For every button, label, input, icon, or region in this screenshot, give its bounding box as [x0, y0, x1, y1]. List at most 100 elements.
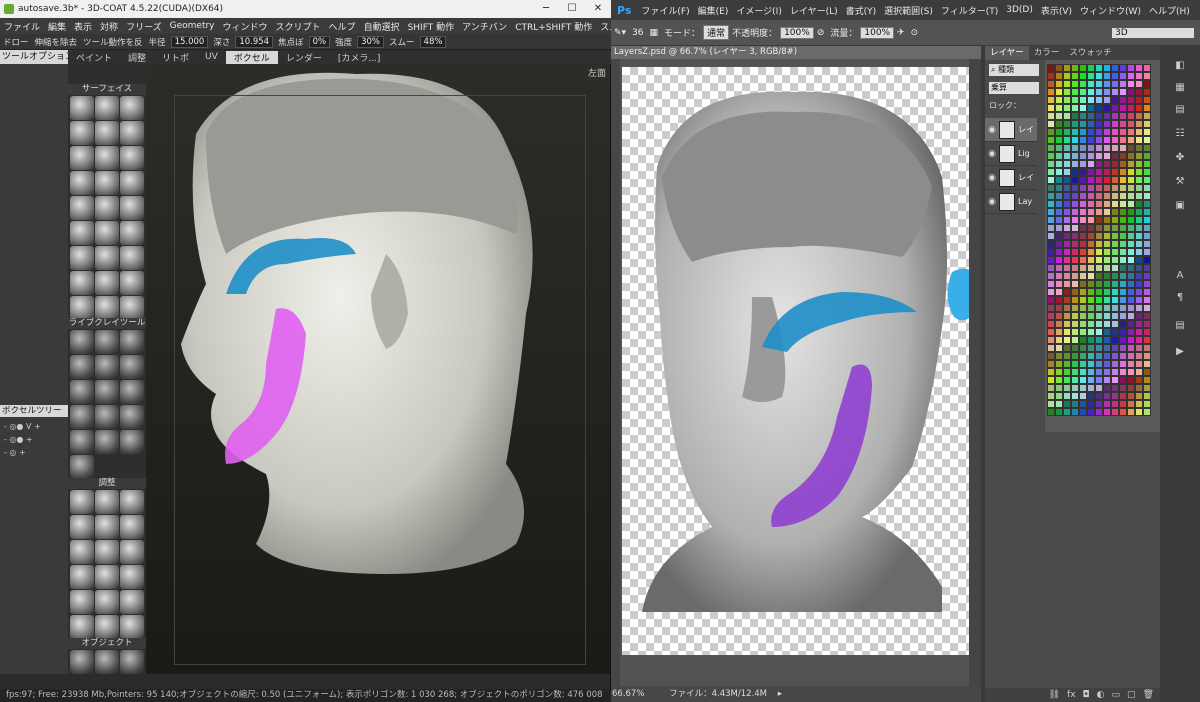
swatch[interactable] — [1047, 352, 1055, 360]
swatch[interactable] — [1063, 136, 1071, 144]
workspace-select[interactable]: 3D — [1112, 27, 1194, 38]
swatch[interactable] — [1063, 296, 1071, 304]
swatch[interactable] — [1071, 232, 1079, 240]
swatch[interactable] — [1079, 336, 1087, 344]
swatch[interactable] — [1055, 72, 1063, 80]
swatch[interactable] — [1095, 400, 1103, 408]
swatch[interactable] — [1047, 112, 1055, 120]
swatch[interactable] — [1119, 184, 1127, 192]
minimize-button[interactable]: ─ — [533, 0, 559, 18]
swatch[interactable] — [1143, 384, 1151, 392]
swatch[interactable] — [1143, 376, 1151, 384]
swatch[interactable] — [1055, 400, 1063, 408]
swatch[interactable] — [1111, 72, 1119, 80]
swatch[interactable] — [1111, 408, 1119, 416]
swatch[interactable] — [1071, 80, 1079, 88]
tool-icon[interactable] — [70, 246, 94, 270]
swatch[interactable] — [1071, 264, 1079, 272]
swatch[interactable] — [1087, 312, 1095, 320]
swatch[interactable] — [1095, 112, 1103, 120]
layer-row[interactable]: ◉ Lay — [985, 190, 1037, 214]
swatch[interactable] — [1063, 120, 1071, 128]
swatch[interactable] — [1127, 120, 1135, 128]
swatch[interactable] — [1135, 192, 1143, 200]
swatch[interactable] — [1135, 360, 1143, 368]
swatch[interactable] — [1047, 328, 1055, 336]
swatch[interactable] — [1079, 288, 1087, 296]
tool-icon[interactable] — [70, 121, 94, 145]
tool-icon[interactable] — [70, 455, 94, 479]
swatch[interactable] — [1087, 232, 1095, 240]
menu-item[interactable]: ヘルプ(H) — [1145, 4, 1194, 17]
swatch[interactable] — [1063, 208, 1071, 216]
swatch[interactable] — [1143, 184, 1151, 192]
swatches-icon[interactable]: ▦ — [1172, 82, 1188, 96]
swatch[interactable] — [1095, 264, 1103, 272]
swatch[interactable] — [1143, 304, 1151, 312]
menu-item[interactable]: フリーズ — [122, 20, 166, 33]
swatch[interactable] — [1143, 80, 1151, 88]
swatch[interactable] — [1071, 392, 1079, 400]
swatch[interactable] — [1103, 280, 1111, 288]
flow-field[interactable]: 100% — [860, 26, 895, 39]
swatch[interactable] — [1055, 344, 1063, 352]
layer-row[interactable]: ◉ レイ — [985, 118, 1037, 142]
swatch[interactable] — [1111, 208, 1119, 216]
swatch[interactable] — [1079, 296, 1087, 304]
swatch[interactable] — [1055, 112, 1063, 120]
swatch[interactable] — [1079, 384, 1087, 392]
swatch[interactable] — [1119, 224, 1127, 232]
swatch[interactable] — [1047, 104, 1055, 112]
swatch[interactable] — [1071, 88, 1079, 96]
swatch[interactable] — [1111, 120, 1119, 128]
swatch[interactable] — [1063, 408, 1071, 416]
swatch[interactable] — [1103, 80, 1111, 88]
swatch[interactable] — [1095, 104, 1103, 112]
swatch[interactable] — [1095, 80, 1103, 88]
swatch[interactable] — [1111, 264, 1119, 272]
swatch[interactable] — [1095, 280, 1103, 288]
layer-row[interactable]: ◉ Lig — [985, 142, 1037, 166]
character-icon[interactable]: A — [1172, 270, 1188, 284]
tool-icon[interactable] — [95, 330, 119, 354]
swatch[interactable] — [1119, 72, 1127, 80]
swatch[interactable] — [1095, 328, 1103, 336]
swatch[interactable] — [1071, 384, 1079, 392]
eye-icon[interactable]: ◉ — [985, 149, 999, 159]
swatch[interactable] — [1055, 312, 1063, 320]
swatch[interactable] — [1103, 392, 1111, 400]
menu-item[interactable]: 表示 — [70, 20, 96, 33]
swatch[interactable] — [1063, 312, 1071, 320]
swatch[interactable] — [1063, 112, 1071, 120]
swatch[interactable] — [1135, 336, 1143, 344]
swatch[interactable] — [1071, 312, 1079, 320]
swatch[interactable] — [1047, 128, 1055, 136]
swatch[interactable] — [1111, 216, 1119, 224]
clone-icon[interactable]: ⚒ — [1172, 176, 1188, 190]
swatch[interactable] — [1047, 288, 1055, 296]
swatch[interactable] — [1127, 128, 1135, 136]
swatch[interactable] — [1135, 176, 1143, 184]
swatch[interactable] — [1047, 80, 1055, 88]
swatch[interactable] — [1127, 392, 1135, 400]
swatch[interactable] — [1063, 80, 1071, 88]
swatch[interactable] — [1127, 240, 1135, 248]
swatch[interactable] — [1055, 248, 1063, 256]
section-live-clay[interactable]: ライブクレイツール — [68, 318, 146, 329]
swatch[interactable] — [1143, 120, 1151, 128]
swatch[interactable] — [1071, 152, 1079, 160]
swatch[interactable] — [1087, 408, 1095, 416]
swatch[interactable] — [1087, 288, 1095, 296]
swatch[interactable] — [1103, 304, 1111, 312]
swatch[interactable] — [1079, 160, 1087, 168]
swatch[interactable] — [1047, 280, 1055, 288]
menu-item[interactable]: スムース — [596, 20, 611, 33]
swatch[interactable] — [1111, 224, 1119, 232]
tool-icon[interactable] — [120, 615, 144, 639]
swatch[interactable] — [1079, 120, 1087, 128]
tool-icon[interactable] — [120, 296, 144, 320]
swatch[interactable] — [1087, 200, 1095, 208]
invert-tool-checkbox[interactable]: ツール動作を反 — [80, 36, 146, 48]
swatch[interactable] — [1063, 192, 1071, 200]
swatch[interactable] — [1103, 176, 1111, 184]
